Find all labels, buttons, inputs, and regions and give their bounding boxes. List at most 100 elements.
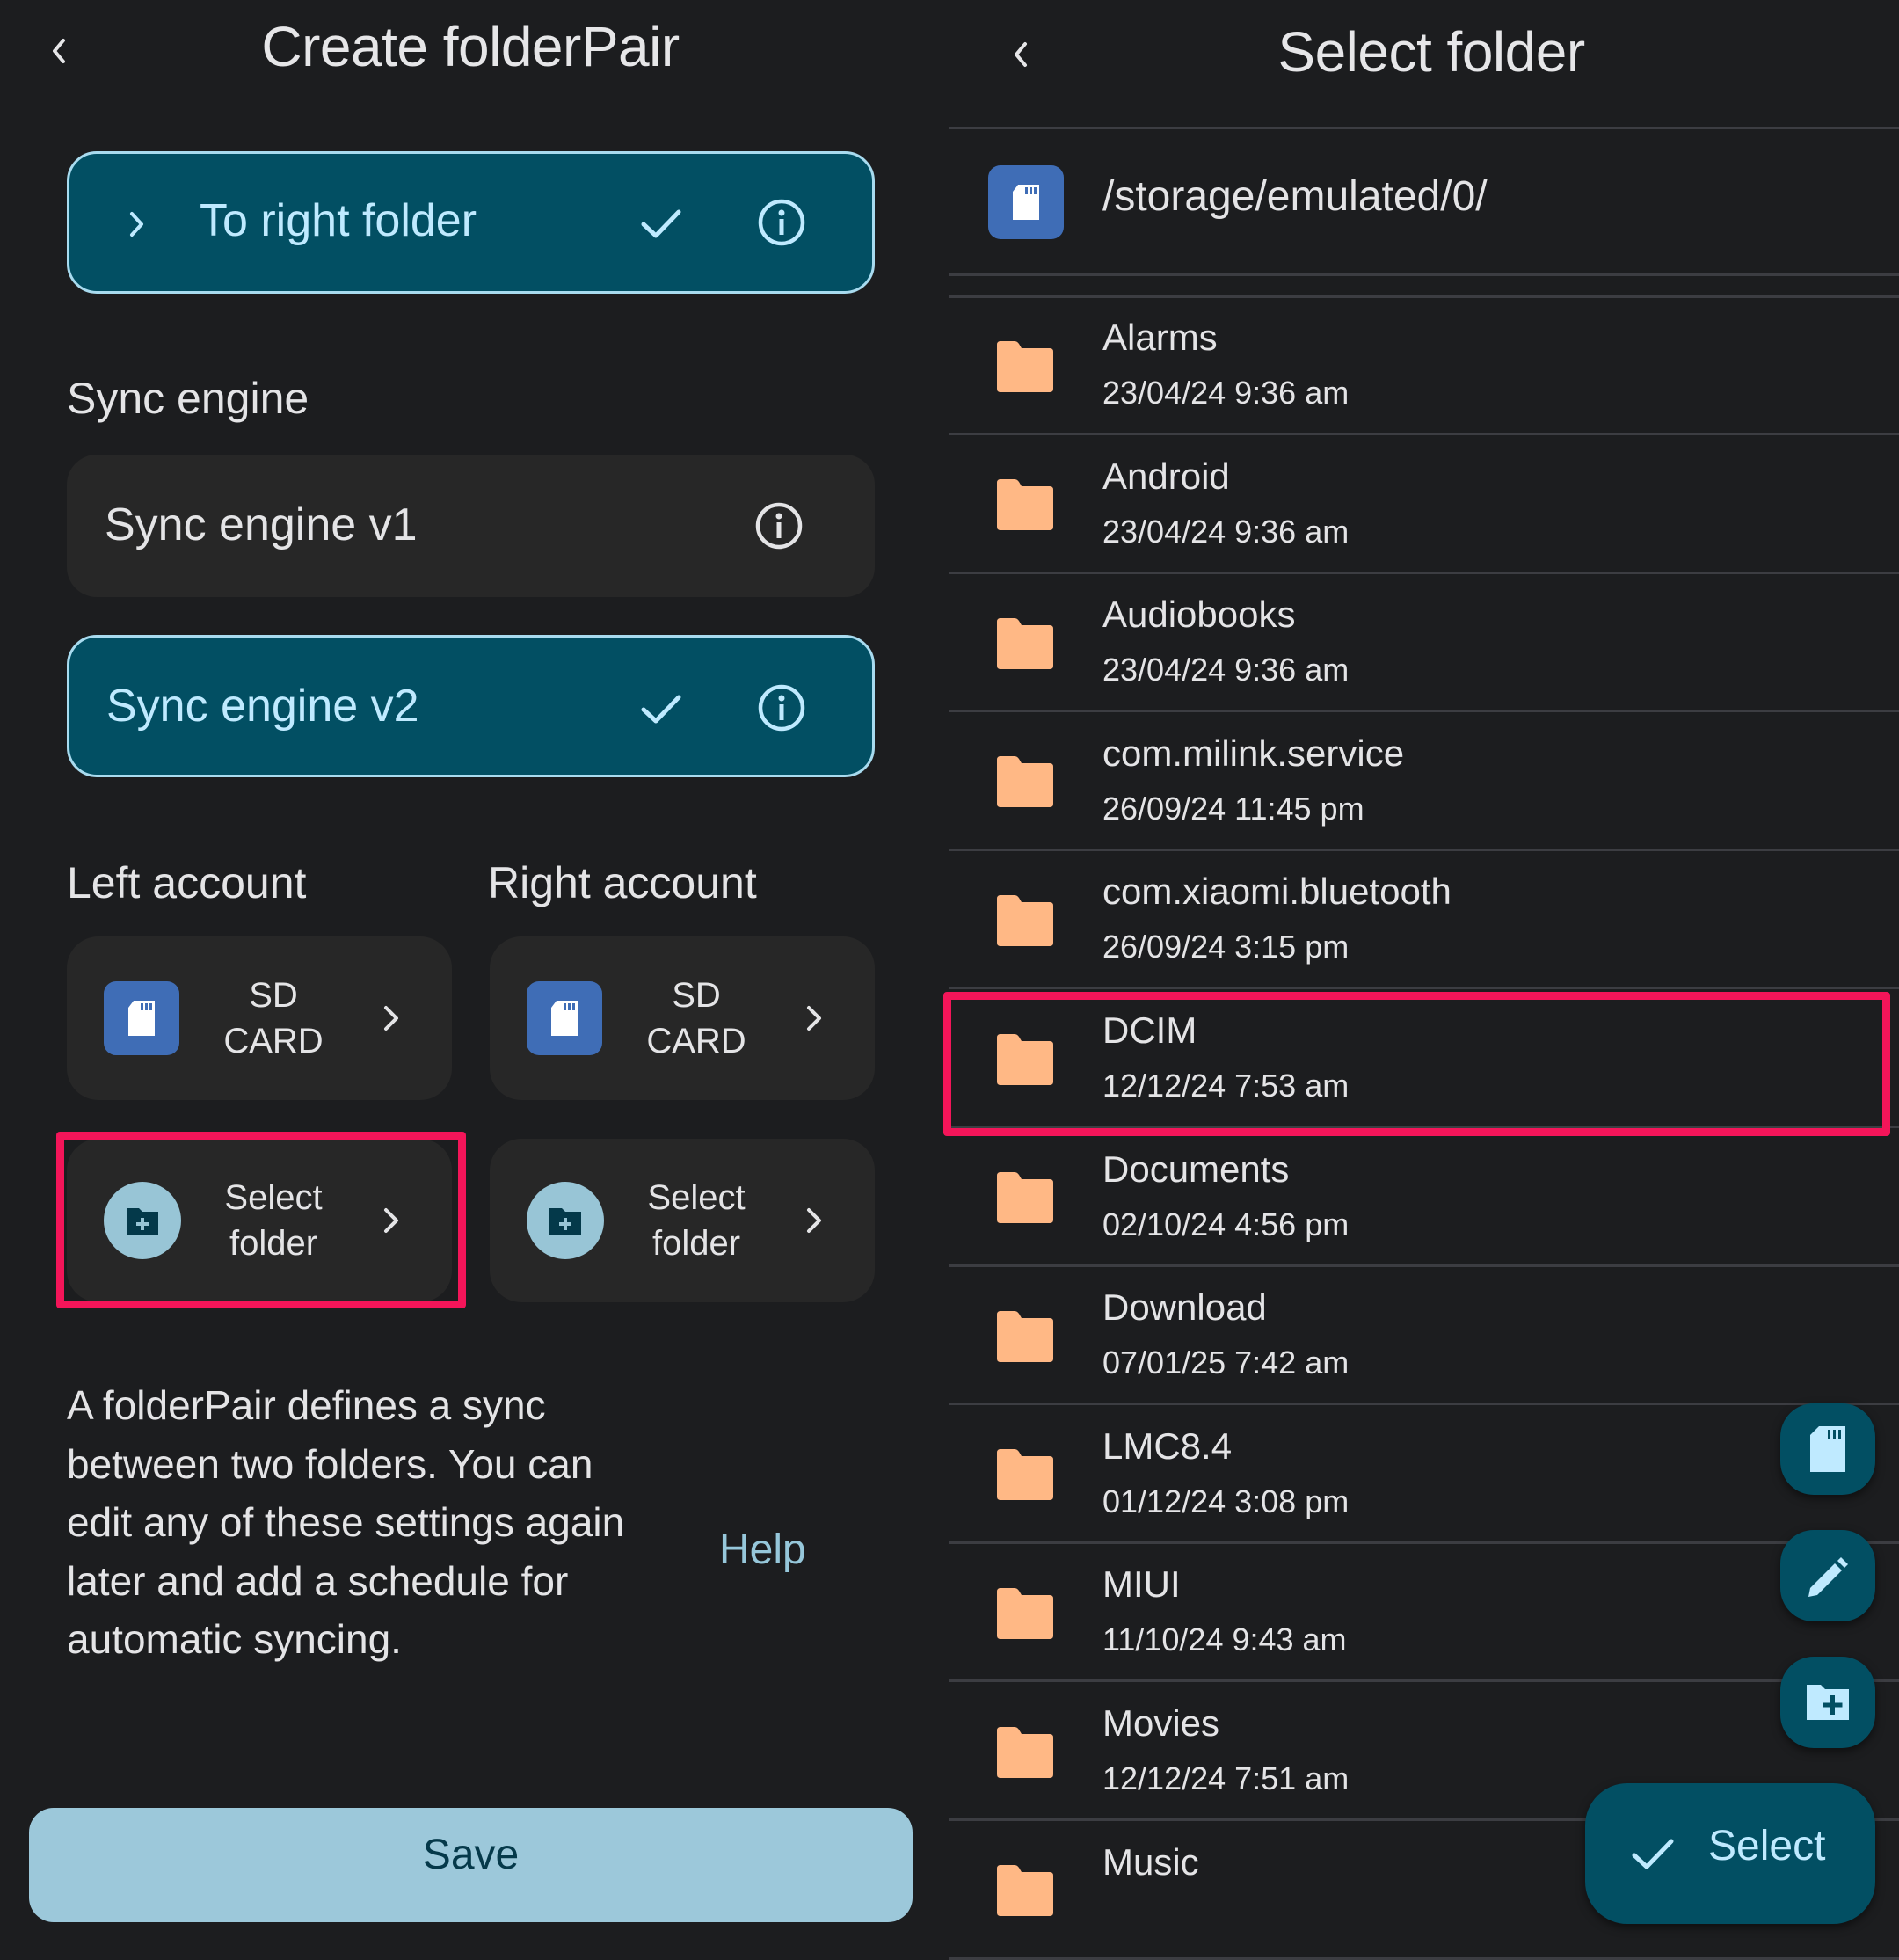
folder-name: com.milink.service — [1102, 732, 1405, 774]
right-select-folder-button[interactable]: Select folder — [490, 1139, 875, 1302]
sd-card-icon — [988, 165, 1064, 239]
sync-engine-label: Sync engine — [67, 374, 309, 423]
folder-modified-date: 23/04/24 9:36 am — [1102, 513, 1350, 550]
folder-row[interactable]: LMC8.4 01/12/24 3:08 pm — [950, 1406, 1899, 1544]
folder-name: Audiobooks — [1102, 594, 1296, 636]
option-label: To right folder — [200, 195, 477, 246]
folder-row[interactable]: Documents 02/10/24 4:56 pm — [950, 1129, 1899, 1267]
divider — [950, 710, 1899, 713]
folder-modified-date: 07/01/25 7:42 am — [1102, 1344, 1350, 1381]
storage-label: SD CARD — [223, 976, 324, 1060]
right-account-label: Right account — [488, 858, 757, 907]
folder-modified-date: 01/12/24 3:08 pm — [1102, 1483, 1350, 1519]
sync-engine-v1-option[interactable]: Sync engine v1 — [67, 455, 875, 597]
left-account-label: Left account — [67, 858, 307, 907]
folder-icon — [997, 756, 1053, 808]
folder-icon — [997, 1033, 1053, 1085]
info-icon[interactable] — [757, 198, 806, 247]
folder-name: MIUI — [1102, 1563, 1181, 1606]
divider — [950, 433, 1899, 435]
check-icon — [641, 209, 681, 238]
new-folder-fab[interactable] — [1780, 1657, 1875, 1748]
right-account-storage-button[interactable]: SD CARD — [490, 936, 875, 1100]
info-icon[interactable] — [757, 683, 806, 732]
divider — [950, 127, 1899, 129]
page-title: Select folder — [1277, 20, 1585, 84]
folder-row[interactable]: Audiobooks 23/04/24 9:36 am — [950, 574, 1899, 713]
folder-icon — [997, 894, 1053, 946]
check-icon — [1632, 1839, 1674, 1869]
folder-row[interactable]: Android 23/04/24 9:36 am — [950, 436, 1899, 574]
divider — [950, 1126, 1899, 1128]
folder-modified-date: 23/04/24 9:36 am — [1102, 652, 1350, 689]
folder-modified-date: 26/09/24 11:45 pm — [1102, 790, 1364, 827]
folder-icon — [997, 340, 1053, 392]
description-text: A folderPair defines a sync between two … — [67, 1382, 625, 1662]
option-label: Sync engine v2 — [106, 681, 419, 732]
folder-name: com.xiaomi.bluetooth — [1102, 871, 1452, 913]
folder-icon — [997, 1310, 1053, 1362]
chevron-right-icon — [384, 1006, 398, 1031]
folder-icon — [997, 1449, 1053, 1501]
page-title: Create folderPair — [261, 15, 680, 78]
storage-label: SD CARD — [646, 976, 746, 1060]
chevron-right-icon — [384, 1208, 398, 1233]
help-link[interactable]: Help — [719, 1526, 806, 1574]
folder-modified-date: 02/10/24 4:56 pm — [1102, 1206, 1350, 1242]
folder-icon — [997, 1172, 1053, 1224]
folder-name: Android — [1102, 455, 1230, 497]
folder-row[interactable]: com.milink.service 26/09/24 11:45 pm — [950, 713, 1899, 851]
folder-modified-date: 12/12/24 7:53 am — [1102, 1067, 1350, 1104]
select-button[interactable]: Select — [1585, 1783, 1875, 1924]
select-folder-label: Select folder — [647, 1178, 746, 1263]
select-folder-panel: Select folder /storage/emulated/0/ Alarm… — [943, 0, 1899, 1960]
chevron-right-icon — [807, 1006, 821, 1031]
divider — [950, 1264, 1899, 1267]
pencil-icon — [1808, 1557, 1848, 1597]
folder-name: DCIM — [1102, 1009, 1197, 1051]
option-label: Sync engine v1 — [105, 499, 418, 550]
folder-icon — [997, 1726, 1053, 1778]
rename-fab[interactable] — [1780, 1530, 1875, 1621]
folder-modified-date: 23/04/24 9:36 am — [1102, 375, 1350, 411]
create-folder-icon — [104, 1182, 181, 1259]
back-arrow-icon[interactable] — [42, 33, 77, 69]
folder-row[interactable]: MIUI 11/10/24 9:43 am — [950, 1544, 1899, 1683]
divider — [950, 848, 1899, 851]
create-folderpair-panel: Create folderPair To right folder Sync e… — [0, 0, 941, 1922]
chevron-right-icon — [130, 212, 143, 237]
folder-row[interactable]: DCIM 12/12/24 7:53 am — [950, 990, 1899, 1128]
divider — [950, 1403, 1899, 1406]
folder-icon — [997, 1865, 1053, 1917]
select-label: Select — [1708, 1823, 1826, 1869]
left-select-folder-button[interactable]: Select folder — [67, 1139, 452, 1302]
storage-fab[interactable] — [1780, 1403, 1875, 1495]
create-folder-icon — [1807, 1685, 1849, 1720]
sync-engine-v2-option[interactable]: Sync engine v2 — [67, 635, 875, 777]
sd-card-icon — [527, 981, 602, 1055]
folder-row[interactable]: Download 07/01/25 7:42 am — [950, 1267, 1899, 1406]
folder-icon — [997, 617, 1053, 669]
current-path: /storage/emulated/0/ — [1102, 173, 1488, 220]
back-arrow-icon[interactable] — [1004, 37, 1039, 72]
folder-name: Documents — [1102, 1148, 1290, 1190]
folder-icon — [997, 1587, 1053, 1639]
folder-name: LMC8.4 — [1102, 1424, 1233, 1467]
create-folder-icon — [527, 1182, 604, 1259]
divider — [950, 273, 1899, 276]
chevron-right-icon — [807, 1208, 821, 1233]
save-button[interactable]: Save — [29, 1808, 913, 1922]
info-icon[interactable] — [754, 501, 804, 550]
select-folder-label: Select folder — [224, 1178, 323, 1263]
sd-card-icon — [1810, 1426, 1845, 1472]
check-icon — [641, 695, 681, 724]
folder-modified-date: 11/10/24 9:43 am — [1102, 1621, 1347, 1658]
left-account-storage-button[interactable]: SD CARD — [67, 936, 452, 1100]
folder-icon — [997, 479, 1053, 531]
folder-name: Alarms — [1102, 317, 1218, 358]
folder-row[interactable]: com.xiaomi.bluetooth 26/09/24 3:15 pm — [950, 851, 1899, 990]
direction-option-to-right-folder[interactable]: To right folder — [67, 151, 875, 294]
folder-name: Music — [1102, 1840, 1199, 1883]
folder-row[interactable]: Alarms 23/04/24 9:36 am — [950, 297, 1899, 435]
divider — [950, 571, 1899, 574]
